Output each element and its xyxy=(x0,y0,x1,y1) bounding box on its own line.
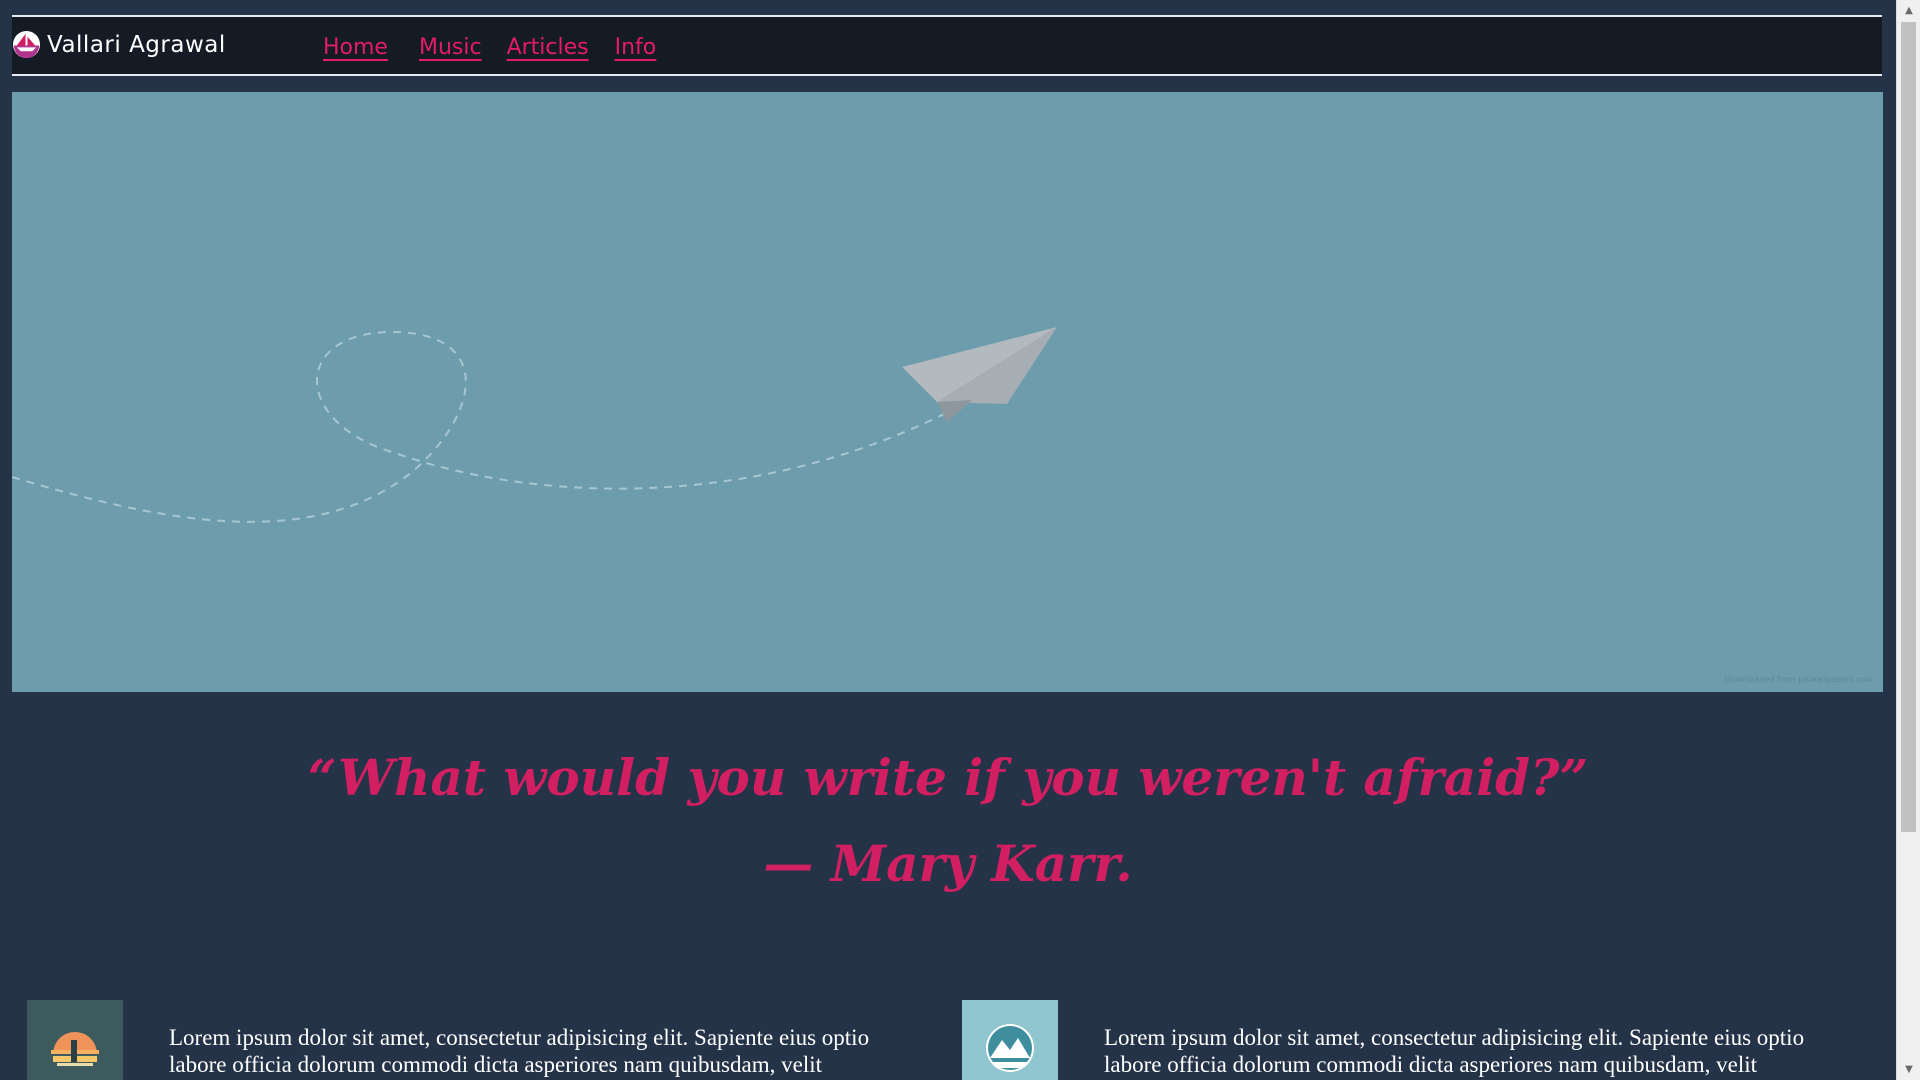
vertical-scrollbar[interactable]: ▲ ▼ xyxy=(1896,0,1920,1080)
nav-link-home[interactable]: Home xyxy=(323,35,388,60)
page: Vallari Agrawal Home Music Articles Info… xyxy=(0,0,1896,1080)
sunset-island-icon xyxy=(27,1000,123,1080)
brand[interactable]: Vallari Agrawal xyxy=(12,30,226,59)
flight-path xyxy=(12,330,953,523)
mountain-badge-icon xyxy=(962,1000,1058,1080)
card-text: Lorem ipsum dolor sit amet, consectetur … xyxy=(1104,1025,1805,1077)
brand-name: Vallari Agrawal xyxy=(47,31,226,58)
hero-banner: Downloaded from pikwallpapers.com xyxy=(12,92,1883,692)
nav-link-info[interactable]: Info xyxy=(615,35,657,60)
card-text: Lorem ipsum dolor sit amet, consectetur … xyxy=(169,1025,870,1077)
hero-illustration xyxy=(12,327,1057,523)
quote-block: “What would you write if you weren't afr… xyxy=(0,735,1896,907)
quote-author: — Mary Karr. xyxy=(763,834,1133,893)
navbar: Vallari Agrawal Home Music Articles Info xyxy=(12,15,1882,76)
paper-plane-icon xyxy=(902,327,1057,422)
article-card[interactable]: Lorem ipsum dolor sit amet, consectetur … xyxy=(27,1000,909,1080)
quote-text: “What would you write if you weren't afr… xyxy=(307,748,1589,807)
scrollbar-thumb[interactable] xyxy=(1901,22,1916,832)
sailboat-logo-icon xyxy=(12,30,41,59)
scroll-up-arrow-icon[interactable]: ▲ xyxy=(1897,0,1920,20)
scroll-down-arrow-icon[interactable]: ▼ xyxy=(1897,1060,1920,1080)
image-credit: Downloaded from pikwallpapers.com xyxy=(1724,675,1873,684)
article-card[interactable]: Lorem ipsum dolor sit amet, consectetur … xyxy=(962,1000,1844,1080)
nav-link-music[interactable]: Music xyxy=(419,35,482,60)
nav-link-articles[interactable]: Articles xyxy=(507,35,589,60)
nav-links: Home Music Articles Info xyxy=(323,35,687,60)
